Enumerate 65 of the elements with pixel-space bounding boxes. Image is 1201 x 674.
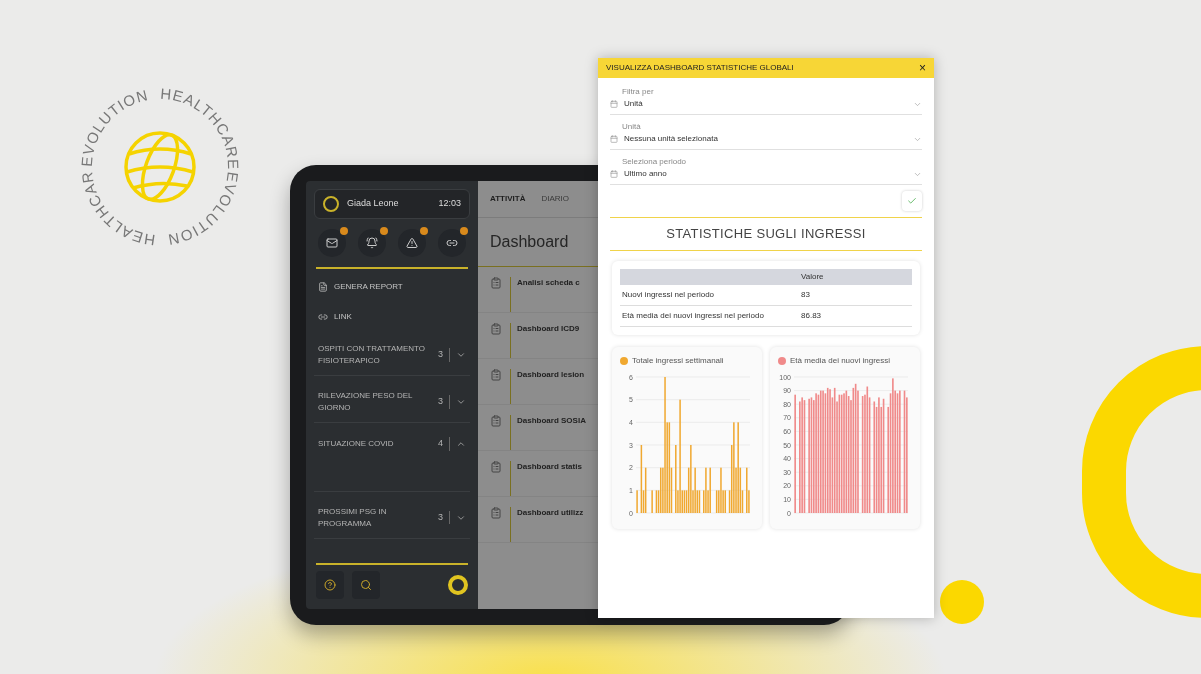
group-label: OSPITI CON TRATTAMENTO FISIOTERAPICO [318, 343, 426, 367]
group-row[interactable]: PROSSIMI PSG IN PROGRAMMA 3 [314, 497, 470, 539]
warning-icon [406, 237, 418, 249]
group-row[interactable]: OSPITI CON TRATTAMENTO FISIOTERAPICO 3 [314, 335, 470, 376]
link-icon [446, 237, 458, 249]
item-title: Dashboard statis [510, 461, 582, 496]
select-field[interactable]: Filtra per Unità [610, 86, 922, 115]
group-label: PROSSIMI PSG IN PROGRAMMA [318, 505, 388, 530]
item-title: Dashboard lesion [510, 369, 585, 404]
help-button[interactable] [316, 571, 344, 599]
clipboard-icon [490, 323, 502, 335]
shortcut-button[interactable] [318, 229, 346, 257]
select-field[interactable]: Unità Nessuna unità selezionata [610, 121, 922, 150]
section-label: GENERA REPORT [334, 281, 403, 293]
clipboard-icon [490, 277, 502, 289]
calendar-icon [610, 100, 618, 108]
section-label: LINK [334, 311, 352, 323]
clock-time: 12:03 [438, 197, 461, 211]
chevron-down-icon [456, 397, 466, 407]
clipboard-icon [490, 461, 502, 473]
modal-title: VISUALIZZA DASHBOARD STATISTICHE GLOBALI [606, 62, 795, 74]
group-count: 3 [438, 348, 450, 362]
table-cell: 83 [801, 288, 810, 301]
mail-icon [326, 237, 338, 249]
table-cell-text: Età media dei nuovi ingressi nel periodo [621, 309, 765, 322]
table-cell: 86.83 [801, 309, 822, 322]
shortcut-button[interactable] [398, 229, 426, 257]
group-count: 3 [438, 395, 450, 409]
document-icon [318, 282, 328, 292]
help-icon [324, 579, 336, 591]
group-row[interactable]: SITUAZIONE COVID 4 [314, 429, 470, 492]
avatar-icon [323, 196, 339, 212]
shortcut-button[interactable] [438, 229, 466, 257]
user-name: Giada Leone [347, 197, 400, 211]
check-icon [907, 196, 917, 206]
item-title: Analisi scheda c [510, 277, 580, 312]
clipboard-icon [490, 507, 502, 519]
column-header: Valore [801, 270, 824, 283]
calendar-icon [610, 135, 618, 143]
link-icon [318, 312, 328, 322]
section-heading: STATISTICHE SUGLI INGRESSI [610, 217, 922, 251]
clipboard-icon [490, 415, 502, 427]
search-icon [360, 579, 372, 591]
close-button[interactable]: × [919, 62, 926, 74]
legend-label: Totale ingressi settimanali [632, 354, 724, 367]
group-count: 4 [438, 437, 450, 451]
chevron-down-icon [456, 350, 466, 360]
legend-label: Età media dei nuovi ingressi [790, 354, 891, 367]
shortcut-button[interactable] [358, 229, 386, 257]
logo-icon [448, 575, 468, 595]
item-title: Dashboard SOSIA [510, 415, 586, 450]
item-title: Dashboard ICD9 [510, 323, 580, 358]
tab[interactable]: ATTIVITÀ [490, 193, 526, 205]
table-cell-text: Nuovi ingressi nel periodo [621, 288, 716, 301]
select-field[interactable]: Seleziona periodo Ultimo anno [610, 156, 922, 185]
group-label: SITUAZIONE COVID [318, 437, 395, 450]
item-title: Dashboard utilizz [510, 507, 584, 542]
tab[interactable]: DIARIO [541, 193, 569, 205]
bell-icon [366, 237, 378, 249]
group-count: 3 [438, 510, 450, 525]
clipboard-icon [490, 369, 502, 381]
calendar-icon [610, 170, 618, 178]
search-button[interactable] [352, 571, 380, 599]
group-label: RILEVAZIONE PESO DEL GIORNO [318, 390, 414, 414]
group-row[interactable]: RILEVAZIONE PESO DEL GIORNO 3 [314, 382, 470, 423]
